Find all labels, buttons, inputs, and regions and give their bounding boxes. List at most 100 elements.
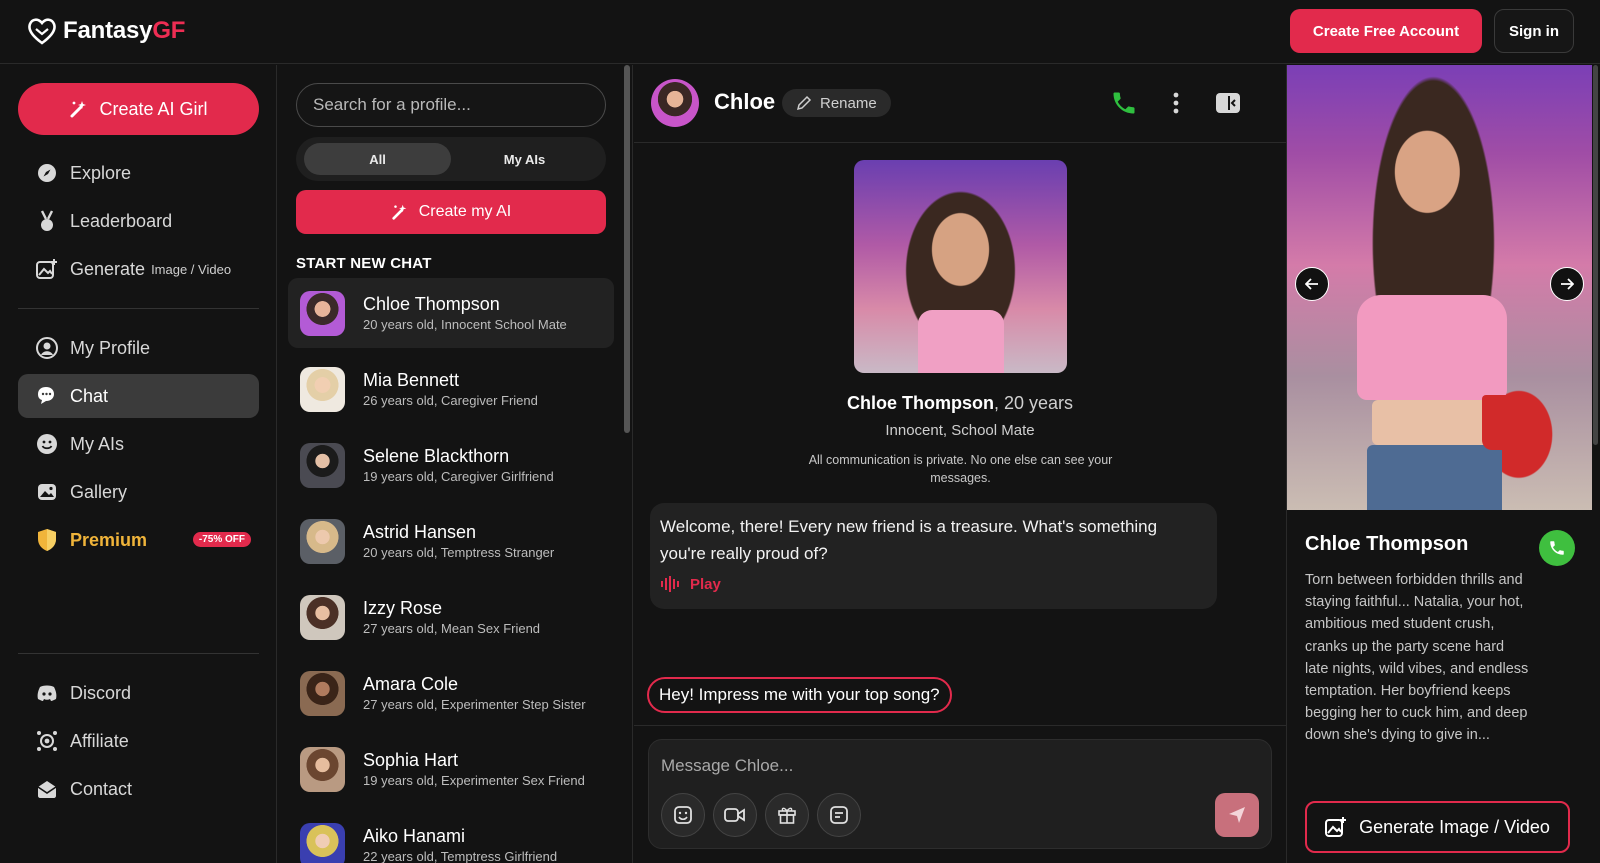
chat-main: Chloe Rename Chloe Thompson, 20 years In… bbox=[634, 65, 1286, 863]
composer-divider bbox=[634, 725, 1286, 726]
audio-wave-icon bbox=[661, 576, 679, 592]
gift-button[interactable] bbox=[765, 793, 809, 837]
photo-cup bbox=[1482, 395, 1522, 450]
tab-my-ais[interactable]: My AIs bbox=[451, 143, 598, 175]
photo-jeans bbox=[1367, 445, 1502, 510]
nav-label-explore: Explore bbox=[70, 162, 132, 183]
nav-divider bbox=[18, 653, 259, 654]
nav-item-chat[interactable]: Chat bbox=[18, 374, 259, 418]
prompt-card-icon bbox=[830, 806, 848, 824]
left-nav: Create AI Girl Explore Leaderboard Gener… bbox=[0, 65, 277, 863]
play-audio-button[interactable]: Play bbox=[660, 575, 1207, 593]
privacy-note: All communication is private. No one els… bbox=[808, 453, 1113, 485]
avatar bbox=[300, 290, 345, 336]
profile-desc: 20 years old, Temptress Stranger bbox=[363, 545, 555, 560]
panel-toggle-icon[interactable] bbox=[1212, 87, 1244, 119]
send-icon bbox=[1229, 807, 1245, 823]
nav-item-leaderboard[interactable]: Leaderboard bbox=[18, 199, 259, 243]
more-options-icon[interactable] bbox=[1160, 87, 1192, 119]
nav-sub-generate: Image / Video bbox=[151, 261, 232, 277]
video-button[interactable] bbox=[713, 793, 757, 837]
nav-item-premium[interactable]: Premium -75% OFF bbox=[18, 518, 259, 562]
profile-name: Astrid Hansen bbox=[363, 522, 477, 542]
section-title: START NEW CHAT bbox=[296, 255, 432, 272]
avatar bbox=[300, 822, 345, 863]
smiley-icon bbox=[36, 433, 58, 455]
chat-bubbles-icon bbox=[36, 385, 58, 407]
tab-all[interactable]: All bbox=[304, 143, 451, 175]
nav-item-generate[interactable]: Generate Image / Video bbox=[18, 247, 259, 291]
call-button[interactable] bbox=[1539, 530, 1575, 566]
arrow-right-icon bbox=[1561, 278, 1574, 290]
profile-panel: Chloe Thompson Torn between forbidden th… bbox=[1286, 65, 1600, 863]
profile-desc: 26 years old, Caregiver Friend bbox=[363, 393, 538, 408]
compass-icon bbox=[36, 162, 58, 184]
create-ai-girl-button[interactable]: Create AI Girl bbox=[18, 83, 259, 135]
nav-item-gallery[interactable]: Gallery bbox=[18, 470, 259, 514]
list-item[interactable]: Astrid Hansen 20 years old, Temptress St… bbox=[288, 506, 614, 576]
list-item[interactable]: Aiko Hanami 22 years old, Temptress Girl… bbox=[288, 810, 614, 863]
profile-name: Amara Cole bbox=[363, 674, 459, 694]
prompt-button[interactable] bbox=[817, 793, 861, 837]
list-item[interactable]: Amara Cole 27 years old, Experimenter St… bbox=[288, 658, 614, 728]
create-my-ai-button[interactable]: Create my AI bbox=[296, 190, 606, 234]
message-text: Welcome, there! Every new friend is a tr… bbox=[660, 517, 1158, 563]
logo[interactable]: FantasyGF bbox=[27, 17, 185, 45]
list-item[interactable]: Mia Bennett 26 years old, Caregiver Frie… bbox=[288, 354, 614, 424]
list-item[interactable]: Sophia Hart 19 years old, Experimenter S… bbox=[288, 734, 614, 804]
profile-photo-large[interactable] bbox=[1287, 65, 1592, 510]
nav-label-gallery: Gallery bbox=[70, 481, 128, 502]
image-plus-icon bbox=[36, 258, 58, 280]
suggested-reply-chip[interactable]: Hey! Impress me with your top song? bbox=[647, 677, 952, 713]
nav-item-my-profile[interactable]: My Profile bbox=[18, 326, 259, 370]
message-input[interactable] bbox=[661, 752, 1221, 780]
brand-name-part2: GF bbox=[152, 17, 186, 44]
intro-role: Innocent, School Mate bbox=[885, 422, 1035, 439]
filter-tabs: All My AIs bbox=[296, 137, 606, 181]
message-composer bbox=[648, 739, 1272, 849]
discord-icon bbox=[36, 682, 58, 704]
rename-button[interactable]: Rename bbox=[782, 89, 891, 117]
list-item[interactable]: Chloe Thompson 20 years old, Innocent Sc… bbox=[288, 278, 614, 348]
nav-item-my-ais[interactable]: My AIs bbox=[18, 422, 259, 466]
nav-item-contact[interactable]: Contact bbox=[18, 767, 259, 811]
nav-item-affiliate[interactable]: Affiliate bbox=[18, 719, 259, 763]
profile-desc: 22 years old, Temptress Girlfriend bbox=[363, 849, 558, 863]
intro-age: , 20 years bbox=[993, 393, 1074, 413]
nav-label-premium: Premium bbox=[70, 529, 148, 550]
phone-call-icon[interactable] bbox=[1108, 87, 1140, 119]
avatar[interactable] bbox=[651, 79, 699, 127]
avatar bbox=[300, 746, 345, 792]
rename-label: Rename bbox=[820, 94, 877, 112]
profile-desc: 19 years old, Experimenter Sex Friend bbox=[363, 773, 585, 788]
generate-image-video-button[interactable]: Generate Image / Video bbox=[1305, 801, 1570, 853]
prev-photo-button[interactable] bbox=[1295, 267, 1329, 301]
create-free-account-button[interactable]: Create Free Account bbox=[1290, 9, 1482, 53]
profile-search-input[interactable] bbox=[296, 83, 606, 127]
sticker-button[interactable] bbox=[661, 793, 705, 837]
nav-item-discord[interactable]: Discord bbox=[18, 671, 259, 715]
nav-label-discord: Discord bbox=[70, 682, 132, 703]
gallery-icon bbox=[36, 481, 58, 503]
profile-name: Selene Blackthorn bbox=[363, 446, 510, 466]
chat-header: Chloe Rename bbox=[634, 65, 1286, 143]
play-label: Play bbox=[690, 575, 721, 593]
chat-title: Chloe bbox=[714, 89, 776, 114]
avatar bbox=[300, 594, 345, 640]
send-button[interactable] bbox=[1215, 793, 1259, 837]
next-photo-button[interactable] bbox=[1550, 267, 1584, 301]
avatar bbox=[300, 366, 345, 412]
scrollbar[interactable] bbox=[1593, 65, 1598, 445]
create-my-ai-label: Create my AI bbox=[418, 203, 512, 220]
profile-photo[interactable] bbox=[854, 160, 1067, 373]
avatar bbox=[300, 518, 345, 564]
list-item[interactable]: Selene Blackthorn 19 years old, Caregive… bbox=[288, 430, 614, 500]
heart-logo-icon bbox=[28, 18, 56, 45]
list-item[interactable]: Izzy Rose 27 years old, Mean Sex Friend bbox=[288, 582, 614, 652]
discount-badge: -75% OFF bbox=[192, 532, 251, 547]
nav-label-affiliate: Affiliate bbox=[70, 730, 129, 751]
scrollbar[interactable] bbox=[624, 65, 630, 433]
gift-icon bbox=[778, 807, 796, 824]
nav-item-explore[interactable]: Explore bbox=[18, 151, 259, 195]
sign-in-button[interactable]: Sign in bbox=[1494, 9, 1574, 53]
